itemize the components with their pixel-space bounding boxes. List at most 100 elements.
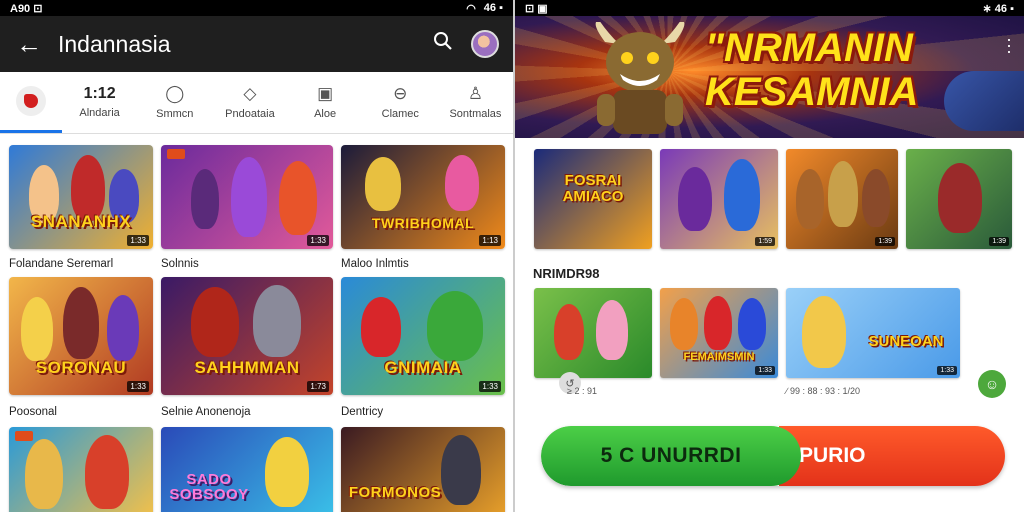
game-card[interactable]: SNANANHX 1:33 bbox=[9, 145, 153, 249]
game-card[interactable]: TWRIBHOMAL 1:13 bbox=[341, 145, 505, 249]
character-figure bbox=[85, 435, 129, 509]
game-card[interactable] bbox=[534, 288, 652, 378]
tag-icon: ◇ bbox=[243, 84, 257, 103]
more-vert-icon[interactable]: · · · bbox=[1006, 30, 1012, 60]
wifi-icon: ◠ bbox=[466, 2, 476, 15]
tab-alndaria[interactable]: 1:12 Alndaria bbox=[62, 71, 137, 133]
card-caption: ∕ 99 : 88 : 93 : 1/20 bbox=[786, 386, 861, 396]
game-card[interactable] bbox=[9, 427, 153, 512]
duration-badge: 1:39 bbox=[875, 237, 895, 246]
duration-badge: 1:13 bbox=[479, 235, 501, 246]
monster-character-icon bbox=[595, 22, 685, 134]
game-title: SADO SOBSOOY bbox=[169, 470, 249, 504]
cta-secondary-label[interactable]: PURIO bbox=[779, 426, 1005, 486]
duration-badge: 1:33 bbox=[307, 235, 329, 246]
image-icon: ▣ bbox=[317, 84, 334, 103]
game-title: SORONAU bbox=[35, 358, 127, 378]
character-figure bbox=[828, 161, 858, 227]
character-figure bbox=[279, 161, 317, 235]
game-card[interactable]: SORONAU 1:33 bbox=[9, 277, 153, 395]
game-card[interactable]: 1:39 bbox=[786, 149, 898, 249]
card-label: Dentricy bbox=[341, 406, 384, 418]
tab-smmcn[interactable]: ◯ Smmcn bbox=[137, 71, 212, 133]
game-card[interactable]: SAHHMMAN 1:73 bbox=[161, 277, 333, 395]
tab-home[interactable] bbox=[0, 71, 62, 133]
character-figure bbox=[704, 296, 732, 350]
status-right: 46 ▪ bbox=[483, 2, 503, 14]
duration-badge: 1:33 bbox=[937, 366, 957, 375]
game-title: FEMAIMSMIN bbox=[683, 351, 755, 364]
character-figure bbox=[71, 155, 105, 221]
game-card[interactable]: SADO SOBSOOY bbox=[161, 427, 333, 512]
hero-title: "NRMANIN KESAMNIA bbox=[705, 26, 919, 114]
character-figure bbox=[191, 287, 239, 357]
game-card[interactable]: FOSRAI AMIACO bbox=[534, 149, 652, 249]
game-title: SNANANHX bbox=[30, 212, 132, 232]
cta-primary-label[interactable]: 5 C UNURRDI bbox=[541, 426, 801, 486]
arrow-back-icon[interactable]: ← bbox=[0, 29, 58, 60]
game-card[interactable]: FORMONOS bbox=[341, 427, 505, 512]
character-figure bbox=[862, 169, 890, 227]
character-figure bbox=[253, 285, 301, 357]
cta-button[interactable]: 5 C UNURRDI PURIO bbox=[541, 426, 1005, 486]
duration-badge: 1:59 bbox=[755, 237, 775, 246]
section-title: NRIMDR98 bbox=[533, 266, 600, 281]
badge-corner bbox=[15, 431, 33, 441]
game-card[interactable]: 1:33 bbox=[161, 145, 333, 249]
game-card[interactable]: 1:59 bbox=[660, 149, 778, 249]
character-figure bbox=[670, 298, 698, 350]
category-tabs: 1:12 Alndaria ◯ Smmcn ◇ Pndoataia ▣ Aloe… bbox=[0, 72, 513, 134]
duration-badge: 1:33 bbox=[127, 381, 149, 392]
search-icon[interactable] bbox=[425, 31, 461, 57]
hero-banner[interactable]: "NRMANIN KESAMNIA · · · bbox=[515, 16, 1024, 138]
tab-aloe[interactable]: ▣ Aloe bbox=[288, 71, 363, 133]
character-figure bbox=[265, 437, 309, 507]
character-figure bbox=[231, 157, 267, 237]
character-figure bbox=[365, 157, 401, 211]
status-left: ⊡ ▣ bbox=[525, 2, 548, 15]
game-title: FORMONOS bbox=[348, 484, 442, 502]
game-card[interactable]: 1:39 bbox=[906, 149, 1012, 249]
controller-icon: ⊖ bbox=[393, 84, 408, 103]
duration-badge: 1:33 bbox=[127, 235, 149, 246]
smile-icon[interactable]: ☺ bbox=[978, 370, 1006, 398]
character-figure bbox=[441, 435, 481, 505]
character-figure bbox=[361, 297, 401, 357]
character-figure bbox=[802, 296, 846, 368]
game-art bbox=[161, 277, 333, 395]
game-title: FOSRAI AMIACO bbox=[562, 172, 624, 205]
character-figure bbox=[107, 295, 139, 361]
tab-sontmalas[interactable]: ♙ Sontmalas bbox=[438, 71, 513, 133]
character-figure bbox=[724, 159, 760, 231]
game-card[interactable]: SUNEOAN 1:33 bbox=[786, 288, 960, 378]
status-bar: ⊡ ▣ ∗ 46 ▪ bbox=[515, 0, 1024, 16]
character-figure bbox=[938, 163, 982, 233]
game-card[interactable]: GNIMAIA 1:33 bbox=[341, 277, 505, 395]
right-pane: ⊡ ▣ ∗ 46 ▪ "NRMANIN KESAMNIA · · · FOSRAI … bbox=[513, 0, 1024, 512]
character-figure bbox=[445, 155, 479, 211]
character-figure bbox=[191, 169, 219, 229]
game-title: SAHHMMAN bbox=[194, 358, 300, 378]
character-figure bbox=[738, 298, 766, 350]
game-card[interactable]: FEMAIMSMIN 1:33 bbox=[660, 288, 778, 378]
game-title: SUNEOAN bbox=[868, 333, 944, 351]
game-title: GNIMAIA bbox=[384, 358, 462, 378]
card-label: Poosonal bbox=[9, 406, 57, 418]
tab-pndoataia[interactable]: ◇ Pndoataia bbox=[212, 71, 287, 133]
status-right: ∗ 46 ▪ bbox=[982, 2, 1014, 15]
character-figure bbox=[427, 291, 483, 361]
badge-corner bbox=[167, 149, 185, 159]
status-left: A90 ⊡ bbox=[10, 2, 43, 15]
avatar[interactable] bbox=[471, 30, 499, 58]
duration-badge: 1:33 bbox=[479, 381, 501, 392]
character-figure bbox=[678, 167, 712, 231]
card-label: Selnie Anonenoja bbox=[161, 406, 251, 418]
duration-badge: 1:33 bbox=[755, 366, 775, 375]
duration-badge: 1:73 bbox=[307, 381, 329, 392]
character-figure bbox=[796, 169, 824, 229]
tab-clamec[interactable]: ⊖ Clamec bbox=[363, 71, 438, 133]
app-bar: ← Indannasia bbox=[0, 16, 513, 72]
left-pane: A90 ⊡ ◠ 46 ▪ ← Indannasia 1:12 Alndaria … bbox=[0, 0, 513, 512]
card-caption: ≥ 2 : 91 bbox=[567, 386, 597, 396]
character-figure bbox=[554, 304, 584, 360]
